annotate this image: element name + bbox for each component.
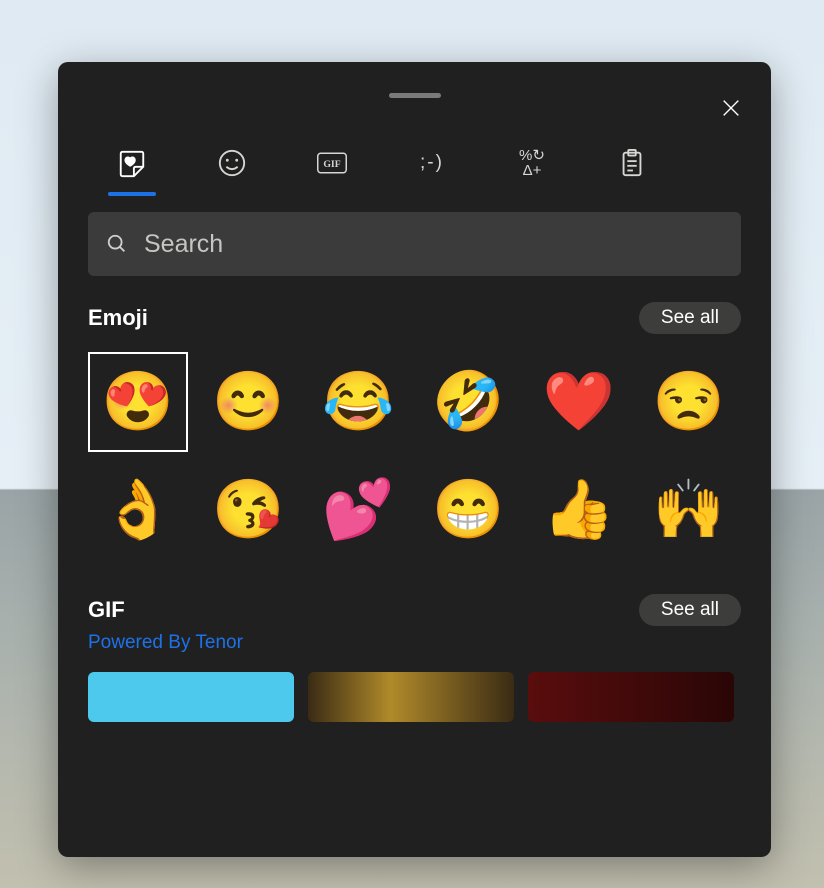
svg-text:GIF: GIF bbox=[323, 159, 340, 170]
emoji-section-title: Emoji bbox=[88, 305, 148, 331]
panel-header bbox=[58, 62, 771, 128]
kaomoji-icon: ;-) bbox=[420, 152, 444, 174]
emoji-kissing-heart[interactable]: 😘 bbox=[198, 460, 298, 560]
gif-see-all-button[interactable]: See all bbox=[639, 594, 741, 626]
gif-icon: GIF bbox=[317, 148, 347, 178]
gif-section-title: GIF bbox=[88, 597, 125, 623]
emoji-section: Emoji See all 😍😊😂🤣❤️😒 👌😘💕😁👍🙌 bbox=[58, 276, 771, 560]
emoji-joy[interactable]: 😂 bbox=[308, 352, 408, 452]
gif-section: GIF See all Powered By Tenor bbox=[58, 560, 771, 654]
emoji-unamused[interactable]: 😒 bbox=[639, 352, 739, 452]
tab-emoji[interactable] bbox=[202, 136, 262, 190]
emoji-ok-hand[interactable]: 👌 bbox=[88, 460, 188, 560]
search-box[interactable] bbox=[88, 212, 741, 276]
close-icon bbox=[720, 97, 742, 119]
emoji-grid: 😍😊😂🤣❤️😒 👌😘💕😁👍🙌 bbox=[88, 350, 741, 560]
tab-kaomoji[interactable]: ;-) bbox=[402, 136, 462, 190]
search-row bbox=[58, 190, 771, 276]
drag-handle[interactable] bbox=[389, 93, 441, 98]
gif-thumbnails bbox=[58, 654, 771, 722]
gif-thumbnail[interactable] bbox=[88, 672, 294, 722]
gif-thumbnail[interactable] bbox=[308, 672, 514, 722]
emoji-heart-eyes[interactable]: 😍 bbox=[88, 352, 188, 452]
gif-thumbnail[interactable] bbox=[528, 672, 734, 722]
tab-symbols[interactable]: %↻ Δ+ bbox=[502, 136, 562, 190]
emoji-grin[interactable]: 😁 bbox=[418, 460, 518, 560]
emoji-raising-hands[interactable]: 🙌 bbox=[639, 460, 739, 560]
emoji-thumbs-up[interactable]: 👍 bbox=[529, 460, 629, 560]
close-button[interactable] bbox=[709, 86, 753, 130]
emoji-picker-panel: GIF ;-) %↻ Δ+ Emoji See all 😍😊😂🤣❤️😒 👌😘💕😁👍… bbox=[58, 62, 771, 857]
tab-recent[interactable] bbox=[102, 136, 162, 190]
symbols-icon: %↻ Δ+ bbox=[519, 148, 545, 178]
category-tabs: GIF ;-) %↻ Δ+ bbox=[58, 128, 771, 190]
emoji-rofl[interactable]: 🤣 bbox=[418, 352, 518, 452]
emoji-see-all-button[interactable]: See all bbox=[639, 302, 741, 334]
search-input[interactable] bbox=[144, 230, 723, 259]
emoji-two-hearts[interactable]: 💕 bbox=[308, 460, 408, 560]
tenor-attribution: Powered By Tenor bbox=[88, 632, 741, 654]
search-icon bbox=[106, 233, 128, 255]
emoji-red-heart[interactable]: ❤️ bbox=[529, 352, 629, 452]
sticker-heart-icon bbox=[117, 148, 147, 178]
emoji-blush[interactable]: 😊 bbox=[198, 352, 298, 452]
tab-gif[interactable]: GIF bbox=[302, 136, 362, 190]
tab-clipboard[interactable] bbox=[602, 136, 662, 190]
clipboard-icon bbox=[617, 148, 647, 178]
smiley-icon bbox=[217, 148, 247, 178]
